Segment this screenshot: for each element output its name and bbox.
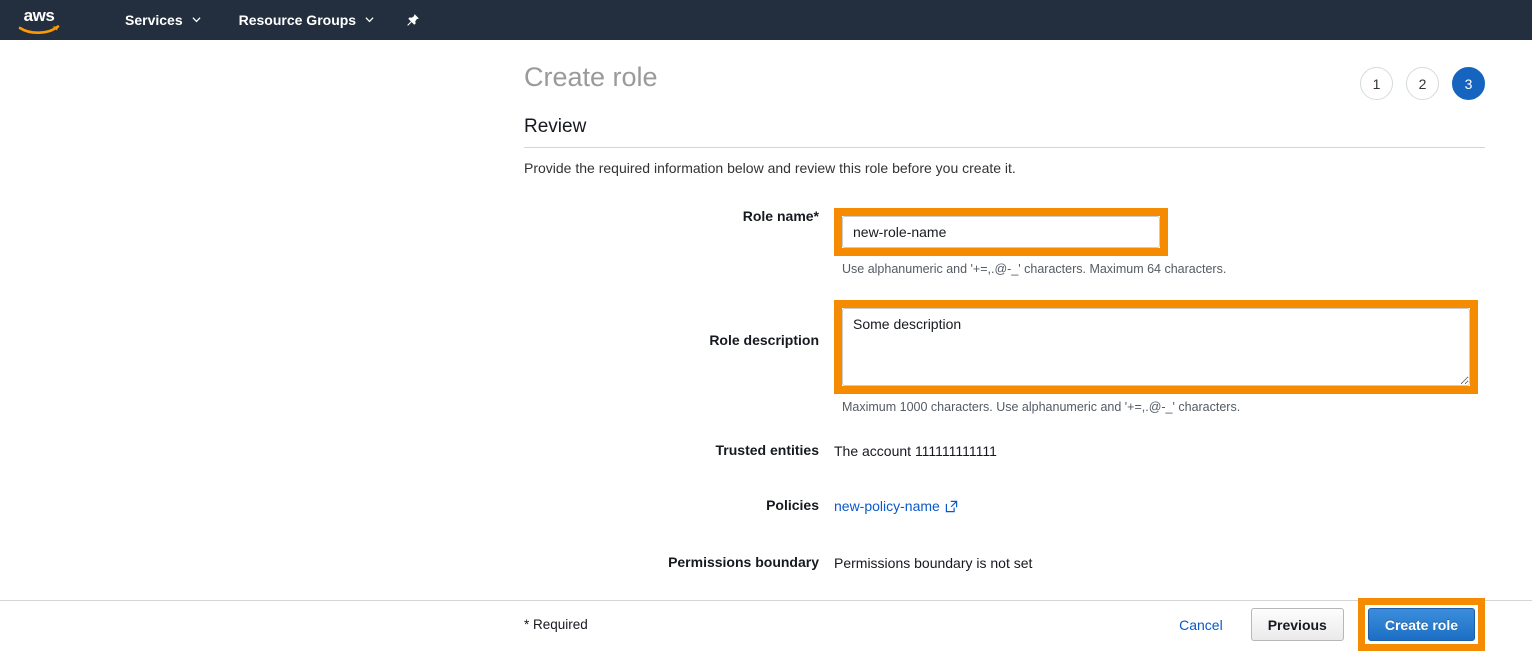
trusted-entities-field-col: The account 111111111111 <box>834 442 1485 459</box>
create-role-button[interactable]: Create role <box>1368 608 1475 641</box>
form-row-role-description: Role description Maximum 1000 characters… <box>524 300 1485 414</box>
policies-field-col: new-policy-name <box>834 497 1485 516</box>
policy-link[interactable]: new-policy-name <box>834 498 940 514</box>
chevron-down-icon <box>192 15 201 24</box>
aws-navbar: aws Services Resource Groups <box>0 0 1532 40</box>
role-description-hint: Maximum 1000 characters. Use alphanumeri… <box>834 400 1485 414</box>
svg-text:aws: aws <box>24 6 55 25</box>
role-description-field-col: Maximum 1000 characters. Use alphanumeri… <box>834 300 1485 414</box>
role-description-textarea[interactable] <box>842 308 1470 386</box>
cancel-button[interactable]: Cancel <box>1179 617 1223 633</box>
content-container: Create role 1 2 3 Review Provide the req… <box>524 40 1485 571</box>
section-heading: Review <box>524 116 1485 148</box>
trusted-entities-value: The account 111111111111 <box>834 442 1485 459</box>
policies-value-wrap: new-policy-name <box>834 497 1485 516</box>
aws-logo[interactable]: aws <box>16 5 62 35</box>
title-row: Create role 1 2 3 <box>524 40 1485 100</box>
role-name-highlight <box>834 208 1168 256</box>
role-name-label: Role name* <box>524 208 834 224</box>
nav-resource-groups-label: Resource Groups <box>239 12 356 28</box>
role-description-highlight <box>834 300 1478 394</box>
policies-label: Policies <box>524 497 834 513</box>
section-description: Provide the required information below a… <box>524 160 1485 176</box>
step-3[interactable]: 3 <box>1452 67 1485 100</box>
form-row-policies: Policies new-policy-name <box>524 497 1485 516</box>
previous-button[interactable]: Previous <box>1251 608 1344 641</box>
required-note: * Required <box>524 617 588 632</box>
create-role-highlight: Create role <box>1358 598 1485 651</box>
step-indicator: 1 2 3 <box>1360 60 1485 100</box>
role-name-input[interactable] <box>842 216 1160 248</box>
role-description-label: Role description <box>524 300 834 348</box>
footer-actions: Cancel Previous Create role <box>1179 598 1485 651</box>
nav-item-resource-groups[interactable]: Resource Groups <box>230 0 383 40</box>
permissions-boundary-field-col: Permissions boundary is not set <box>834 554 1485 571</box>
step-2[interactable]: 2 <box>1406 67 1439 100</box>
permissions-boundary-label: Permissions boundary <box>524 554 834 570</box>
form-row-role-name: Role name* Use alphanumeric and '+=,.@-_… <box>524 208 1485 276</box>
page-title: Create role <box>524 60 658 94</box>
form-row-permissions-boundary: Permissions boundary Permissions boundar… <box>524 554 1485 571</box>
permissions-boundary-value: Permissions boundary is not set <box>834 554 1485 571</box>
pin-icon[interactable] <box>400 0 424 40</box>
role-name-field-col: Use alphanumeric and '+=,.@-_' character… <box>834 208 1485 276</box>
trusted-entities-label: Trusted entities <box>524 442 834 458</box>
nav-item-services[interactable]: Services <box>116 0 210 40</box>
form-row-trusted-entities: Trusted entities The account 11111111111… <box>524 442 1485 459</box>
role-name-hint: Use alphanumeric and '+=,.@-_' character… <box>834 262 1485 276</box>
nav-services-label: Services <box>125 12 183 28</box>
page-body: Create role 1 2 3 Review Provide the req… <box>0 40 1532 648</box>
chevron-down-icon <box>365 15 374 24</box>
step-1[interactable]: 1 <box>1360 67 1393 100</box>
external-link-icon[interactable] <box>945 500 958 516</box>
footer-bar: * Required Cancel Previous Create role <box>0 601 1532 648</box>
